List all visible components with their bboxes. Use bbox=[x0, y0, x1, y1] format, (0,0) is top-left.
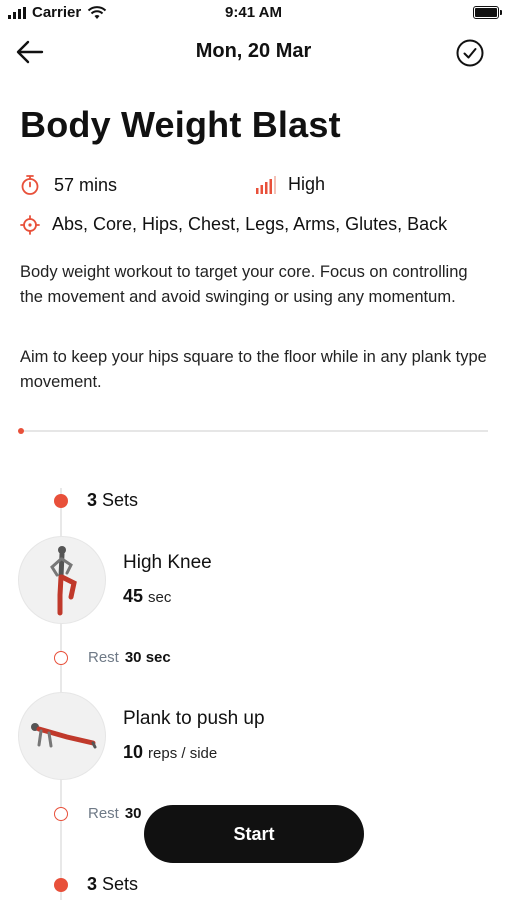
duration-row: 57 mins bbox=[20, 174, 117, 196]
workout-tip: Aim to keep your hips square to the floo… bbox=[20, 348, 487, 391]
page-date-title: Mon, 20 Mar bbox=[195, 40, 312, 62]
exercise-amount-unit: reps / side bbox=[148, 745, 218, 762]
intensity-row: High bbox=[256, 174, 325, 195]
intensity-value: High bbox=[288, 174, 326, 194]
progress-indicator bbox=[18, 428, 24, 434]
sets-count: 3 bbox=[87, 874, 98, 894]
sets-word: Sets bbox=[102, 874, 139, 894]
sets-label: 3 Sets bbox=[87, 490, 138, 511]
start-button[interactable]: Start bbox=[144, 805, 364, 863]
status-bar: Carrier 9:41 AM bbox=[0, 0, 507, 28]
intensity-bars-icon bbox=[256, 175, 276, 194]
exercise-amount-value: 10 bbox=[123, 742, 144, 762]
rest-marker bbox=[54, 651, 68, 665]
exercise-name[interactable]: High Knee bbox=[123, 552, 212, 574]
rest-row: Rest 30 bbox=[88, 805, 142, 822]
muscles-value: Abs, Core, Hips, Chest, Legs, Arms, Glut… bbox=[52, 214, 448, 234]
rest-value: 30 sec bbox=[124, 649, 171, 666]
sets-word: Sets bbox=[102, 490, 139, 510]
rest-label: Rest bbox=[88, 805, 119, 822]
exercise-thumbnail[interactable] bbox=[18, 692, 106, 780]
sets-label: 3 Sets bbox=[87, 874, 138, 895]
rest-label: Rest bbox=[88, 649, 119, 666]
sets-marker bbox=[54, 878, 68, 892]
done-button[interactable] bbox=[455, 38, 485, 68]
plank-figure-icon bbox=[31, 723, 97, 749]
exercise-name[interactable]: Plank to push up bbox=[123, 708, 265, 730]
stopwatch-icon bbox=[21, 175, 39, 195]
battery-icon bbox=[473, 6, 502, 19]
muscles-row: Abs, Core, Hips, Chest, Legs, Arms, Glut… bbox=[20, 214, 447, 235]
check-circle-icon bbox=[456, 39, 484, 67]
exercise-amount: 45 sec bbox=[123, 586, 171, 607]
exercise-amount: 10 reps / side bbox=[123, 742, 217, 763]
rest-row: Rest 30 sec bbox=[88, 649, 171, 666]
rest-marker bbox=[54, 807, 68, 821]
exercise-amount-value: 45 bbox=[123, 586, 144, 606]
high-knee-figure-icon bbox=[50, 546, 77, 616]
workout-title: Body Weight Blast bbox=[20, 104, 341, 145]
target-icon bbox=[20, 214, 40, 235]
status-time: 9:41 AM bbox=[225, 4, 282, 21]
workout-description: Body weight workout to target your core.… bbox=[20, 263, 468, 306]
rest-value: 30 bbox=[124, 805, 142, 822]
sets-marker bbox=[54, 494, 68, 508]
exercise-thumbnail[interactable] bbox=[18, 536, 106, 624]
progress-track bbox=[20, 430, 488, 432]
duration-value: 57 mins bbox=[54, 174, 118, 195]
exercise-amount-unit: sec bbox=[148, 589, 172, 606]
sets-count: 3 bbox=[87, 490, 98, 510]
